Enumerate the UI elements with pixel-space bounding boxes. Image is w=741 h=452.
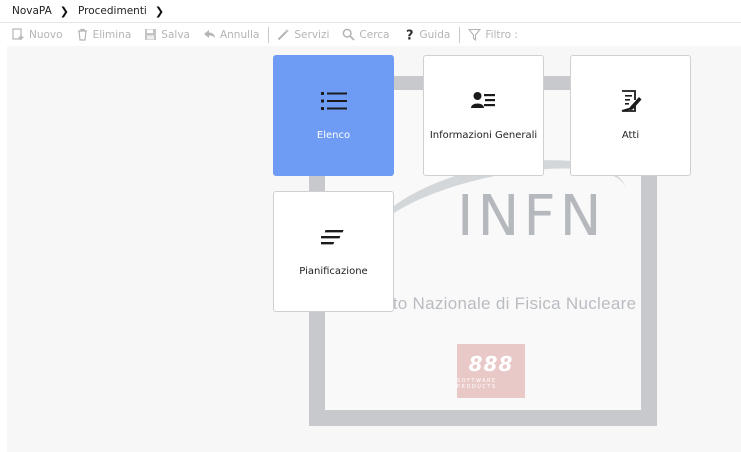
floppy-disk-icon [144, 28, 157, 41]
breadcrumb: NovaPA ❯ Procedimenti ❯ [0, 0, 741, 22]
search-icon [342, 28, 356, 41]
breadcrumb-item-novapa[interactable]: NovaPA [12, 5, 52, 17]
chevron-right-icon: ❯ [154, 4, 165, 18]
search-button[interactable]: Cerca [342, 28, 390, 41]
help-button[interactable]: ? Guida [403, 28, 451, 44]
tile-label: Elenco [316, 130, 351, 141]
tile-label: Informazioni Generali [429, 130, 538, 141]
services-button[interactable]: Servizi [277, 28, 329, 41]
tile-informazioni-generali[interactable]: Informazioni Generali [423, 55, 544, 176]
svg-text:?: ? [406, 29, 414, 42]
software-products-logo: 888 SOFTWARE PRODUCTS [457, 344, 525, 398]
tile-label: Atti [621, 130, 640, 141]
toolbar-divider [459, 26, 461, 43]
dashboard-workspace: INFN Istituto Nazionale di Fisica Nuclea… [7, 46, 741, 452]
filter-button[interactable]: Filtro : [468, 28, 518, 42]
save-button[interactable]: Salva [144, 28, 190, 41]
toolbar: Nuovo Elimina Salva Annulla Servizi Cerc… [0, 22, 741, 46]
tile-pianificazione[interactable]: Pianificazione [273, 191, 394, 312]
question-mark-icon: ? [403, 28, 416, 44]
delete-button[interactable]: Elimina [76, 28, 131, 41]
toolbar-divider [268, 26, 270, 43]
magic-wand-icon [277, 28, 290, 41]
trash-icon [76, 28, 89, 41]
align-lines-icon [318, 226, 347, 248]
watermark-subtitle: Istituto Nazionale di Fisica Nucleare [355, 294, 637, 313]
filter-funnel-icon [468, 28, 482, 42]
document-edit-icon [618, 90, 644, 112]
breadcrumb-item-procedimenti[interactable]: Procedimenti [78, 5, 147, 17]
tile-elenco[interactable]: Elenco [273, 55, 394, 176]
id-card-icon [470, 90, 497, 112]
list-icon [320, 90, 347, 112]
new-button[interactable]: Nuovo [12, 28, 63, 41]
chevron-right-icon: ❯ [59, 4, 69, 18]
watermark-title: INFN [457, 184, 606, 249]
undo-arrow-icon [203, 28, 216, 41]
tile-atti[interactable]: Atti [570, 55, 691, 176]
tile-label: Pianificazione [299, 266, 368, 277]
undo-button[interactable]: Annulla [203, 28, 259, 41]
new-document-icon [12, 28, 25, 41]
